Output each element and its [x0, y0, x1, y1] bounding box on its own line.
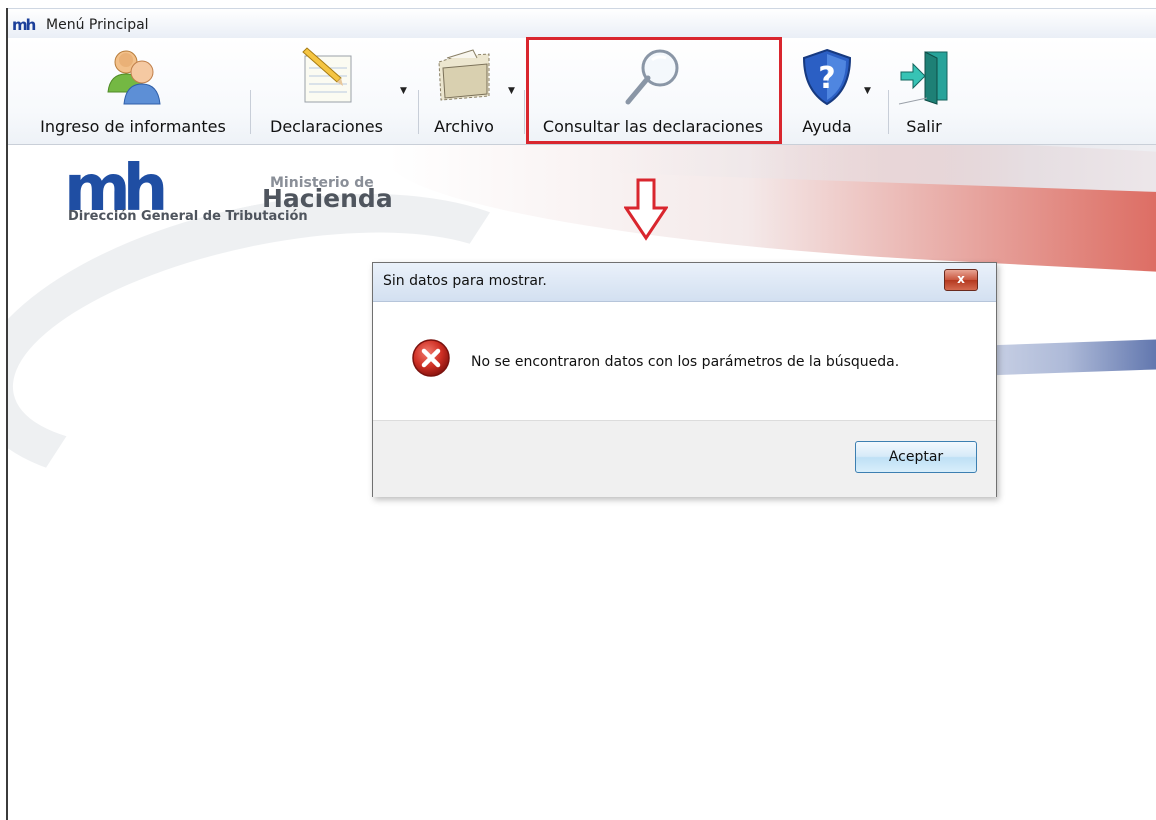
highlight-box [526, 37, 782, 144]
salir-label: Salir [906, 117, 942, 136]
declaraciones-label: Declaraciones [270, 117, 383, 136]
ayuda-label: Ayuda [802, 117, 852, 136]
toolbar-separator [250, 90, 251, 134]
dialog-message: No se encontraron datos con los parámetr… [471, 354, 900, 370]
dialog-title-bar: Sin datos para mostrar. x [373, 263, 996, 302]
help-shield-icon: ? [802, 48, 852, 106]
window-title: Menú Principal [46, 17, 149, 33]
ingreso-informantes-label: Ingreso de informantes [40, 117, 226, 136]
ayuda-button[interactable]: ? Ayuda [794, 40, 860, 140]
archivo-button[interactable]: Archivo [422, 40, 506, 140]
aceptar-button[interactable]: Aceptar [855, 441, 977, 473]
down-arrow-icon [624, 178, 668, 241]
app-icon: mh [12, 16, 36, 34]
users-icon [107, 50, 161, 105]
dialog-footer: Aceptar [373, 420, 996, 497]
hacienda-logo: mh Ministerio de Hacienda Dirección Gene… [64, 157, 444, 231]
declaraciones-button[interactable]: Declaraciones [258, 40, 398, 140]
dialog-title: Sin datos para mostrar. [383, 273, 547, 289]
toolbar-separator [888, 90, 889, 134]
svg-text:?: ? [818, 61, 835, 96]
main-window: mh Menú Principal Ingreso de informantes [0, 0, 1156, 820]
exit-door-icon [898, 51, 948, 105]
close-icon: x [957, 272, 965, 286]
salir-button[interactable]: Salir [892, 40, 956, 140]
ingreso-informantes-button[interactable]: Ingreso de informantes [20, 40, 246, 140]
logo-direccion: Dirección General de Tributación [68, 209, 308, 224]
title-bar: mh Menú Principal [8, 8, 1156, 39]
archivo-label: Archivo [434, 117, 494, 136]
chevron-down-icon[interactable]: ▼ [864, 86, 871, 96]
close-button[interactable]: x [944, 269, 978, 291]
folder-icon [438, 49, 490, 101]
toolbar-separator [418, 90, 419, 134]
notepad-pencil-icon [302, 47, 352, 103]
chevron-down-icon[interactable]: ▼ [400, 86, 407, 96]
message-dialog: Sin datos para mostrar. x No se encontra… [372, 262, 997, 497]
toolbar-separator [524, 90, 525, 134]
error-icon [412, 339, 450, 377]
dialog-body: No se encontraron datos con los parámetr… [373, 302, 996, 420]
logo-hacienda: Hacienda [262, 184, 393, 213]
chevron-down-icon[interactable]: ▼ [508, 86, 515, 96]
